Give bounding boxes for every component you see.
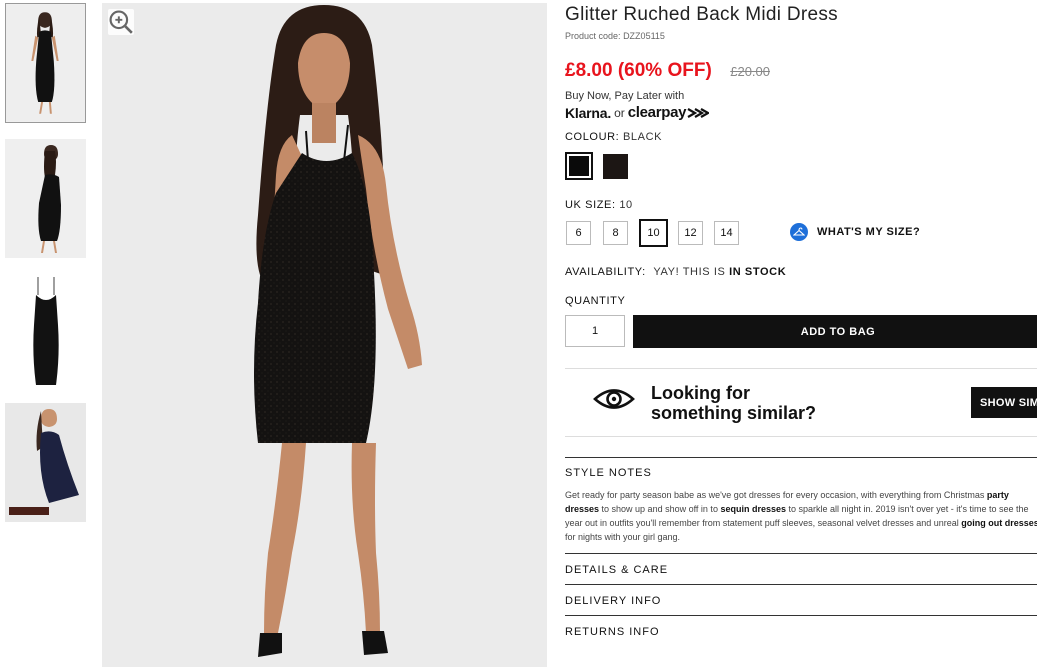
availability-label: AVAILABILITY: [565, 266, 646, 278]
size-selected-value: 10 [619, 199, 633, 211]
original-price: £20.00 [730, 64, 770, 79]
style-notes-heading[interactable]: STYLE NOTES [565, 467, 652, 479]
style-notes-l3: year out in outfits you'll remember from… [565, 518, 962, 528]
party-dresses-link-2[interactable]: dresses [565, 504, 599, 514]
bnpl-brands: Klarna. or clearpay [565, 104, 710, 121]
similar-heading: Looking for something similar? [651, 383, 816, 423]
zoom-button[interactable] [108, 9, 134, 35]
product-code-label: Product code: [565, 31, 621, 41]
product-info-panel: Glitter Ruched Back Midi Dress Product c… [565, 0, 1037, 667]
product-code: Product code: DZZ05115 [565, 31, 665, 41]
similar-eye [593, 386, 635, 412]
similar-heading-line1: Looking for [651, 383, 750, 403]
sale-price: £8.00 (60% OFF) [565, 60, 712, 81]
style-notes-line3: year out in outfits you'll remember from… [565, 516, 1037, 530]
swatch-black-fill [569, 156, 589, 176]
thumbnail-front-image [6, 4, 85, 122]
eye-icon [593, 389, 635, 409]
main-product-image[interactable] [102, 3, 547, 667]
price-row: £8.00 (60% OFF) £20.00 [565, 60, 770, 82]
show-similar-button[interactable]: SHOW SIMILAR [971, 387, 1037, 418]
size-option-12[interactable]: 12 [678, 221, 703, 245]
zoom-in-icon [109, 10, 133, 34]
divider-delivery [565, 584, 1037, 585]
style-notes-line2: dresses to show up and show off in to se… [565, 502, 1037, 516]
size-option-6[interactable]: 6 [566, 221, 591, 245]
size-option-8[interactable]: 8 [603, 221, 628, 245]
divider-similar [565, 436, 1037, 437]
style-notes-l2-end: to sparkle all night in. 2019 isn't over… [785, 504, 1029, 514]
thumbnail-seated-image [5, 403, 86, 522]
size-help-circle [790, 223, 808, 241]
thumbnail-flat[interactable] [5, 271, 86, 391]
thumbnail-flat-image [5, 271, 86, 391]
thumbnail-back-image [5, 139, 86, 258]
bnpl-text: Buy Now, Pay Later with [565, 90, 685, 102]
bnpl-or: or [614, 105, 625, 120]
details-care-heading[interactable]: DETAILS & CARE [565, 564, 668, 576]
delivery-info-heading[interactable]: DELIVERY INFO [565, 595, 661, 607]
stock-status: IN STOCK [729, 266, 787, 278]
hanger-icon [793, 227, 805, 236]
size-help-label: WHAT'S MY SIZE? [817, 226, 921, 238]
colour-label: COLOUR: BLACK [565, 131, 662, 143]
product-code-value: DZZ05115 [623, 31, 665, 41]
thumbnail-front[interactable] [5, 3, 86, 123]
quantity-label: QUANTITY [565, 295, 626, 307]
klarna-logo[interactable]: Klarna. [565, 105, 611, 121]
size-option-14[interactable]: 14 [714, 221, 739, 245]
style-notes-l1: Get ready for party season babe as we've… [565, 490, 987, 500]
style-notes-body: Get ready for party season babe as we've… [565, 488, 1037, 544]
party-dresses-link[interactable]: party [987, 490, 1009, 500]
similar-heading-line2: something similar? [651, 403, 817, 423]
quantity-input[interactable] [565, 315, 625, 347]
style-notes-line4: for nights with your girl gang. [565, 532, 681, 542]
clearpay-logo[interactable]: clearpay [628, 104, 687, 121]
availability-text: YAY! THIS IS [653, 266, 726, 278]
size-label-text: UK SIZE: [565, 199, 616, 211]
going-out-dresses-link[interactable]: going out dresses [961, 518, 1037, 528]
add-to-bag-button[interactable]: ADD TO BAG [633, 315, 1037, 348]
swatch-black-glitter[interactable] [603, 154, 628, 179]
clearpay-arrows-icon [687, 107, 710, 118]
swatch-black[interactable] [565, 152, 593, 180]
style-notes-line1: Get ready for party season babe as we've… [565, 488, 1037, 502]
divider-style-notes [565, 457, 1037, 458]
model-photo [102, 3, 547, 667]
thumbnail-seated[interactable] [5, 403, 86, 522]
colour-selected-value: BLACK [622, 131, 663, 143]
thumbnail-back[interactable] [5, 139, 86, 258]
style-notes-l2-mid: to show up and show off in to [599, 504, 721, 514]
swatch-black-glitter-fill [603, 154, 628, 179]
divider-details [565, 553, 1037, 554]
size-label: UK SIZE: 10 [565, 199, 633, 211]
availability-row: AVAILABILITY: YAY! THIS IS IN STOCK [565, 266, 786, 278]
divider-top [565, 368, 1037, 369]
colour-label-text: COLOUR: [565, 131, 620, 143]
whats-my-size-link[interactable]: WHAT'S MY SIZE? [790, 223, 920, 241]
size-option-10[interactable]: 10 [639, 219, 668, 247]
divider-returns [565, 615, 1037, 616]
product-title: Glitter Ruched Back Midi Dress [565, 4, 838, 25]
returns-info-heading[interactable]: RETURNS INFO [565, 626, 660, 638]
sequin-dresses-link[interactable]: sequin dresses [720, 504, 786, 514]
